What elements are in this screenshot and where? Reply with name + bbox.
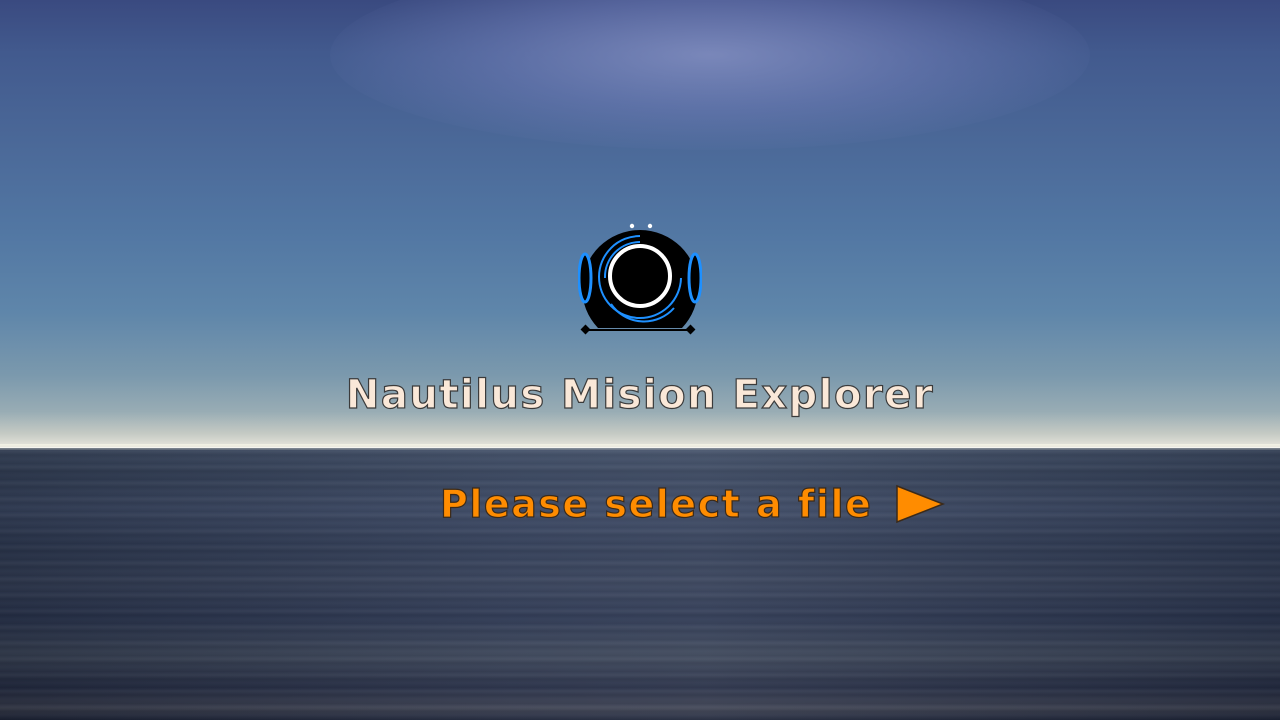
horizon-line xyxy=(0,444,1280,450)
app-title: Nautilus Mision Explorer xyxy=(345,371,935,418)
diving-helmet-icon xyxy=(578,223,702,335)
select-file-button[interactable]: Please select a file xyxy=(439,476,946,532)
background-scene xyxy=(0,0,1280,720)
play-arrow-icon xyxy=(896,484,946,524)
select-file-label: Please select a file xyxy=(439,481,873,526)
